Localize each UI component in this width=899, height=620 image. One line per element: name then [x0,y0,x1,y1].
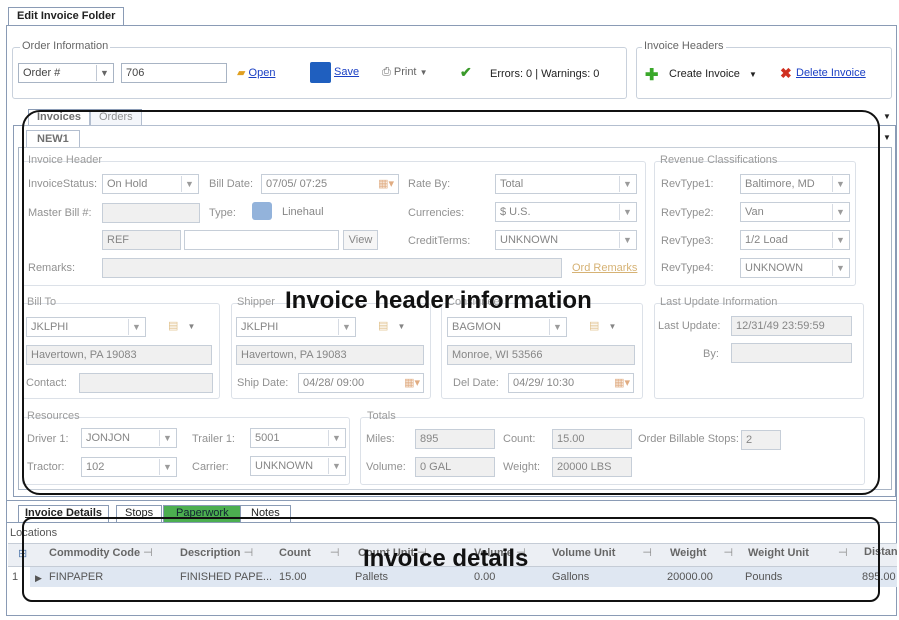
chevron-down-icon: ▼ [96,65,112,81]
details-caption: Invoice details [363,545,529,572]
check-icon: ✔ [460,64,472,80]
status-text: Errors: 0 | Warnings: 0 [490,68,600,80]
folder-icon: ▰ [237,67,246,79]
row-number: 1 [12,571,19,583]
order-type-select[interactable]: Order # ▼ [18,63,114,83]
printer-icon: ⎙ [382,66,391,78]
chevron-down-icon: ▼ [883,112,891,121]
create-invoice-button[interactable]: Create Invoice ▼ [669,68,757,80]
plus-icon: ✚ [645,67,659,84]
header-caption: Invoice header information [285,287,592,314]
divider [6,500,897,501]
open-button[interactable]: ▰ Open [237,66,275,79]
order-number-input[interactable]: 706 [121,63,227,83]
chevron-down-icon: ▼ [883,133,891,142]
save-button[interactable]: Save [334,66,359,78]
save-icon [310,62,331,83]
delete-invoice-button[interactable]: Delete Invoice [796,67,866,79]
window-tab[interactable]: Edit Invoice Folder [8,7,125,26]
print-button[interactable]: ⎙ Print ▼ [382,66,427,79]
order-info-title: Order Information [20,40,111,52]
chevron-down-icon: ▼ [419,68,428,77]
chevron-down-icon: ▼ [749,70,757,79]
invoice-headers-title: Invoice Headers [642,40,726,52]
delete-icon: ✖ [780,65,792,81]
